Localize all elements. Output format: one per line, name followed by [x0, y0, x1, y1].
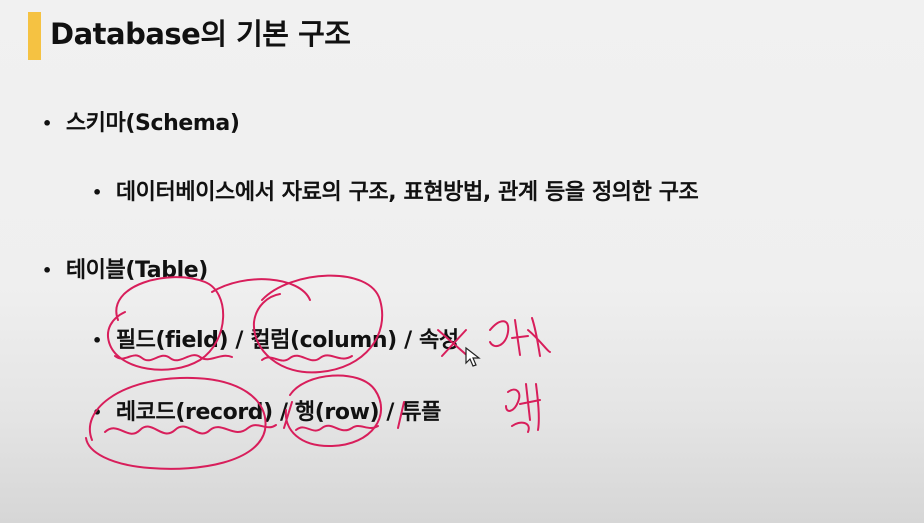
wave-underline-field [114, 354, 233, 362]
strike-slash [283, 401, 405, 429]
wave-underline-record [104, 424, 277, 435]
mouse-cursor-icon [465, 346, 481, 367]
presentation-slide: Database의 기본 구조 • 스키마(Schema) • 데이터베이스에서 자… [0, 0, 924, 523]
circle-field-large [211, 278, 311, 301]
wave-underline-column [261, 354, 353, 362]
handwritten-yeol [489, 317, 551, 357]
pen-annotation-overlay [85, 274, 551, 470]
circle-row-annotation [284, 374, 382, 448]
handwritten-haeng [505, 383, 541, 433]
circle-record-annotation [85, 376, 267, 470]
wave-underline-row [295, 424, 379, 432]
